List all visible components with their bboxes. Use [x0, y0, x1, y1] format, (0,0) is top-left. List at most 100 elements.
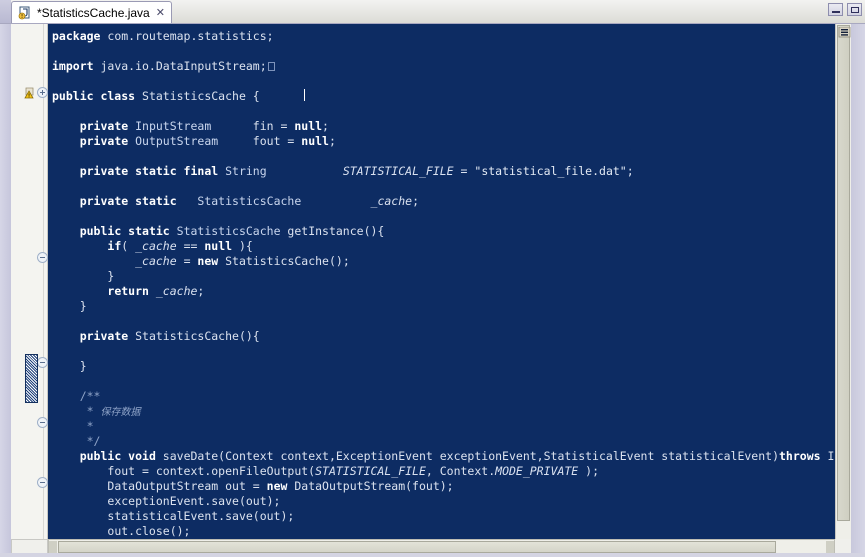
- tab-statisticscache-java[interactable]: *StatisticsCache.java ✕: [11, 1, 172, 23]
- code-token: public void: [79, 449, 156, 463]
- code-token: IOException{: [827, 449, 835, 463]
- code-line: */: [48, 434, 835, 449]
- code-token: getInstance(){: [280, 224, 385, 238]
- code-token: _cache: [370, 194, 413, 208]
- code-token: private: [79, 119, 129, 133]
- code-line: if( _cache == null ){: [48, 239, 835, 254]
- tab-bar-left-edge: [0, 0, 11, 23]
- code-token: , Context.: [425, 464, 496, 478]
- code-line: private OutputStream fout = null;: [48, 134, 835, 149]
- code-token: */: [79, 434, 101, 448]
- fold-minus-icon: [40, 257, 45, 258]
- code-token: ){: [232, 239, 253, 253]
- text-caret: [304, 89, 305, 101]
- code-token: ==: [176, 239, 205, 253]
- eclipse-editor-window: *StatisticsCache.java ✕ package com.rout…: [0, 0, 865, 557]
- editor-frame: package com.routemap.statistics; import …: [0, 24, 865, 557]
- code-lines-container: package com.routemap.statistics; import …: [48, 24, 835, 539]
- maximize-button[interactable]: [847, 3, 862, 16]
- code-token: =: [176, 254, 198, 268]
- code-token: ;: [626, 164, 634, 178]
- fold-expand-import[interactable]: [37, 87, 48, 98]
- window-bottom-edge: [0, 553, 865, 557]
- code-line: public class StatisticsCache {: [48, 89, 835, 104]
- code-token: fin =: [252, 119, 295, 133]
- editor-tab-bar: *StatisticsCache.java ✕: [0, 0, 865, 24]
- code-token: STATISTICAL_FILE: [342, 164, 454, 178]
- code-line: }: [48, 359, 835, 374]
- code-token: 保存数据: [100, 407, 141, 418]
- minimize-icon: [832, 11, 840, 13]
- code-token: _cache: [135, 254, 177, 268]
- code-token: DataOutputStream(fout);: [287, 479, 454, 493]
- code-token: fout = context.openFileOutput(: [107, 464, 316, 478]
- code-line: private StatisticsCache(){: [48, 329, 835, 344]
- code-token: OutputStream: [128, 134, 253, 148]
- code-token: exceptionEvent.save(out);: [107, 494, 281, 508]
- fold-plus-vertical-icon: [42, 90, 43, 95]
- code-token: "statistical_file.dat": [474, 164, 627, 178]
- code-line: import java.io.DataInputStream;: [48, 59, 835, 74]
- scroll-left-arrow-icon[interactable]: [49, 541, 57, 553]
- code-line: /**: [48, 389, 835, 404]
- fold-minus-icon: [40, 422, 45, 423]
- code-token: return: [107, 284, 149, 298]
- code-token: out.close();: [107, 524, 191, 538]
- code-token: StatisticsCache();: [218, 254, 350, 268]
- editor-gutter[interactable]: [11, 24, 48, 539]
- code-token: );: [578, 464, 600, 478]
- fold-collapse-getinstance[interactable]: [37, 252, 48, 263]
- code-token: _cache: [135, 239, 177, 253]
- window-controls: [828, 3, 862, 16]
- code-token: (: [121, 239, 136, 253]
- code-token: private: [79, 134, 129, 148]
- gutter-separator: [43, 24, 44, 539]
- code-token: /**: [79, 389, 101, 403]
- fold-collapse-constructor[interactable]: [37, 357, 48, 368]
- code-token: StatisticsCache {: [135, 89, 260, 103]
- fold-minus-icon: [40, 362, 45, 363]
- code-token: _cache: [155, 284, 198, 298]
- code-token: package: [52, 29, 101, 43]
- code-token: null: [204, 239, 233, 253]
- scroll-right-arrow-icon[interactable]: [826, 541, 834, 553]
- code-token: statisticalEvent.save(out);: [107, 509, 295, 523]
- code-line: fout = context.openFileOutput(STATISTICA…: [48, 464, 835, 479]
- code-line: _cache = new StatisticsCache();: [48, 254, 835, 269]
- code-line: private InputStream fin = null;: [48, 119, 835, 134]
- maximize-icon: [851, 7, 859, 13]
- close-icon[interactable]: ✕: [156, 7, 165, 19]
- code-token: *: [79, 419, 94, 433]
- code-token: StatisticsCache: [176, 194, 302, 208]
- vertical-scrollbar-thumb[interactable]: [837, 25, 850, 521]
- fold-collapse-javadoc[interactable]: [37, 417, 48, 428]
- code-line: package com.routemap.statistics;: [48, 29, 835, 44]
- vertical-scrollbar[interactable]: [835, 24, 851, 539]
- code-line: statisticalEvent.save(out);: [48, 509, 835, 524]
- code-line: }: [48, 269, 835, 284]
- code-token: throws: [779, 449, 821, 463]
- code-editor-canvas[interactable]: package com.routemap.statistics; import …: [48, 24, 835, 539]
- code-token: MODE_PRIVATE: [495, 464, 579, 478]
- minimize-button[interactable]: [828, 3, 843, 16]
- code-token: private static: [79, 194, 177, 208]
- horizontal-scrollbar-thumb[interactable]: [58, 541, 776, 553]
- code-token: StatisticsCache: [169, 224, 281, 238]
- code-token: com.routemap.statistics;: [100, 29, 274, 43]
- code-token: import: [52, 59, 94, 73]
- fold-collapse-savedate[interactable]: [37, 477, 48, 488]
- code-token: DataOutputStream out =: [107, 479, 267, 493]
- code-token: new: [197, 254, 219, 268]
- code-line: private static StatisticsCache _cache;: [48, 194, 835, 209]
- code-token: STATISTICAL_FILE: [315, 464, 426, 478]
- overview-ruler-marker-icon[interactable]: [838, 26, 851, 38]
- inline-fold-indicator-icon[interactable]: [267, 62, 275, 71]
